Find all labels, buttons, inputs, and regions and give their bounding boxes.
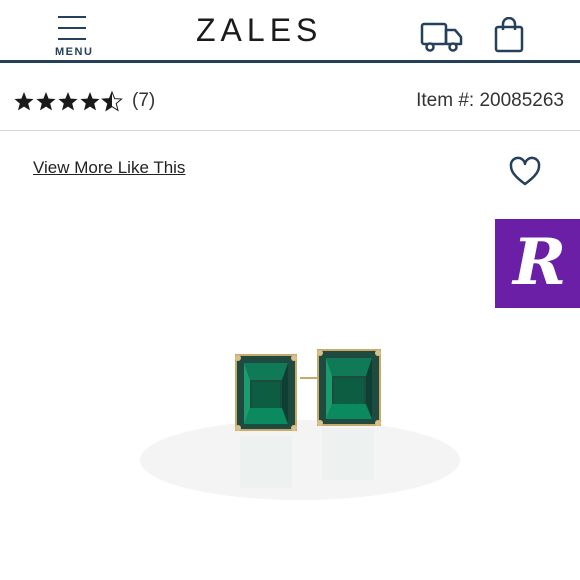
star-icon bbox=[58, 92, 78, 111]
wishlist-button[interactable] bbox=[508, 156, 542, 188]
star-icon bbox=[80, 92, 100, 111]
view-more-link[interactable]: View More Like This bbox=[33, 158, 185, 178]
menu-label: MENU bbox=[55, 46, 94, 58]
shopping-bag-button[interactable] bbox=[494, 16, 524, 53]
review-count[interactable]: (7) bbox=[132, 90, 155, 112]
right-earring bbox=[300, 349, 381, 426]
half-star-icon bbox=[101, 91, 123, 111]
shipping-button[interactable] bbox=[420, 20, 464, 52]
r-badge[interactable]: R bbox=[495, 219, 580, 308]
top-bar: MENU ZALES bbox=[0, 0, 580, 63]
menu-icon-bar bbox=[58, 27, 86, 29]
logo-text: ZALES bbox=[196, 12, 323, 48]
rating-row: (7) Item #: 20085263 bbox=[0, 64, 580, 131]
shopping-bag-icon bbox=[494, 16, 524, 53]
left-earring bbox=[235, 354, 297, 431]
menu-icon bbox=[58, 16, 86, 18]
menu-icon-bar bbox=[58, 38, 86, 40]
product-image bbox=[140, 349, 460, 500]
menu-button[interactable]: MENU bbox=[52, 12, 96, 60]
star-rating[interactable] bbox=[14, 90, 126, 112]
star-icon bbox=[36, 92, 56, 111]
star-icon bbox=[14, 92, 34, 111]
item-number: Item #: 20085263 bbox=[416, 90, 564, 111]
truck-icon bbox=[420, 22, 463, 52]
zales-logo[interactable]: ZALES bbox=[196, 12, 320, 52]
heart-icon bbox=[509, 156, 541, 186]
r-badge-letter: R bbox=[513, 225, 567, 300]
